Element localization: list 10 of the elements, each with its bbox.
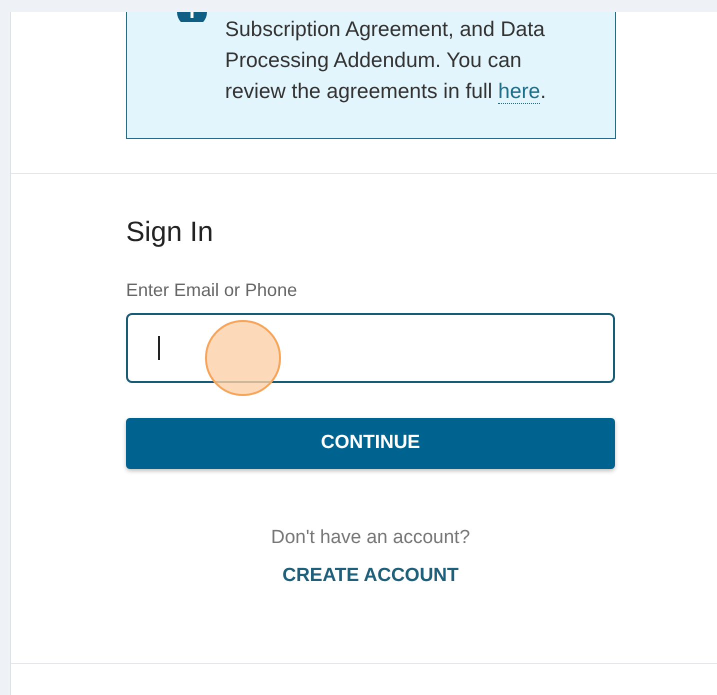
notice-text: Subscription Agreement, and Data Processing Addendum. You can review the agreements in full here. <box>225 17 548 106</box>
here-link[interactable]: here <box>498 80 540 104</box>
field-label: Enter Email or Phone <box>126 279 298 302</box>
create-account-link[interactable]: CREATE ACCOUNT <box>282 563 459 589</box>
email-input-field[interactable] <box>126 313 615 383</box>
sign-in-title: Sign In <box>126 215 214 249</box>
text-cursor <box>158 336 160 360</box>
continue-button[interactable]: CONTINUE <box>126 418 615 469</box>
info-icon <box>177 12 207 22</box>
account-prompt: Don't have an account? <box>270 526 472 550</box>
